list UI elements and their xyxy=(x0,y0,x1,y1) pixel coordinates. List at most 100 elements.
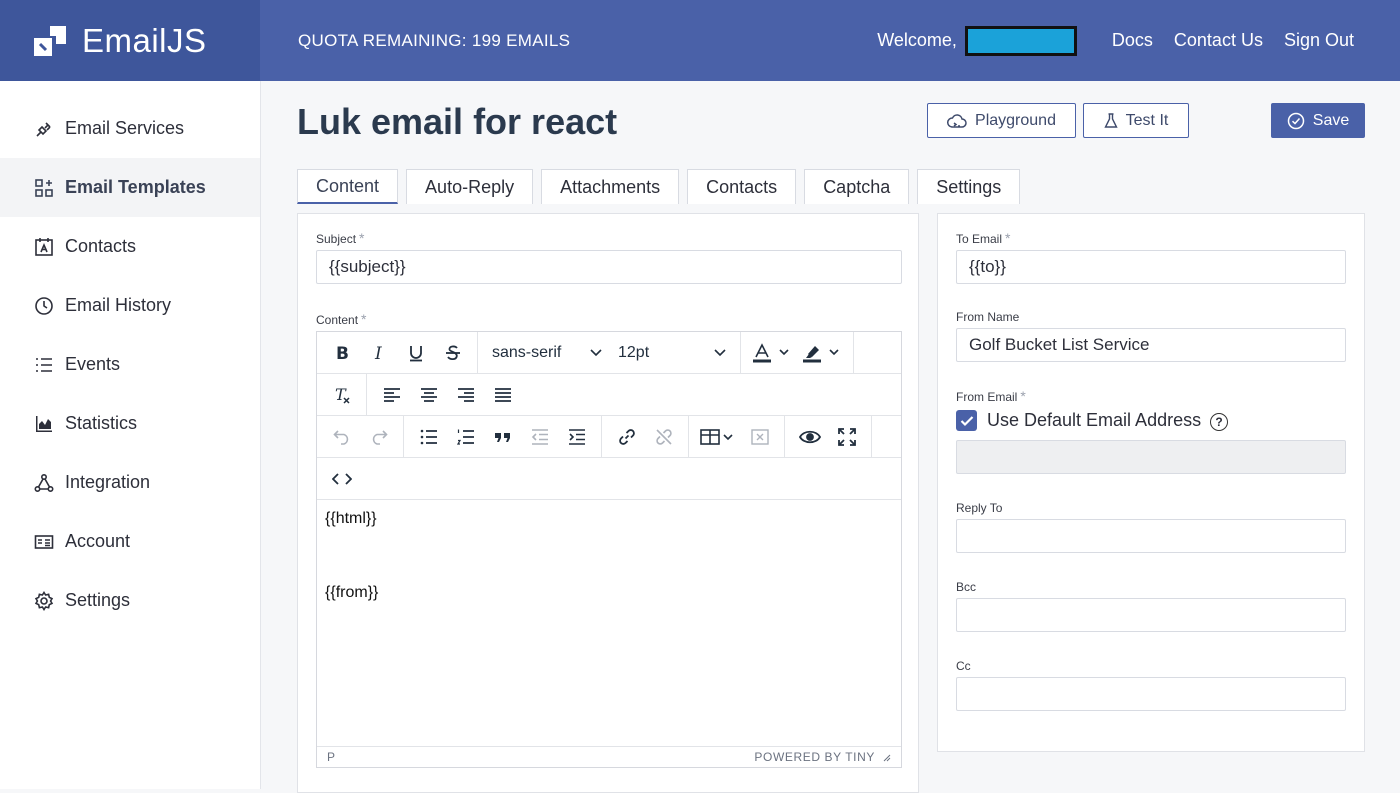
underline-button[interactable] xyxy=(397,337,434,369)
clear-formatting-button[interactable]: T xyxy=(323,379,360,411)
sidebar-item-settings[interactable]: Settings xyxy=(0,571,260,630)
fullscreen-button[interactable] xyxy=(828,421,865,453)
sidebar-item-label: Integration xyxy=(65,472,150,493)
required-mark: * xyxy=(361,311,366,327)
sidebar-item-email-services[interactable]: Email Services xyxy=(0,99,260,158)
text-color-button[interactable] xyxy=(747,337,797,369)
from-email-label: From Email* xyxy=(956,388,1026,404)
undo-icon xyxy=(333,429,351,445)
bullet-list-icon xyxy=(420,429,438,445)
integration-icon xyxy=(33,472,55,494)
sidebar-item-label: Email History xyxy=(65,295,171,316)
tab-captcha[interactable]: Captcha xyxy=(804,169,909,204)
source-code-button[interactable] xyxy=(323,463,360,495)
required-mark: * xyxy=(359,230,364,246)
sidebar-item-label: Statistics xyxy=(65,413,137,434)
template-tabs: Content Auto-Reply Attachments Contacts … xyxy=(297,169,1028,204)
unlink-icon xyxy=(655,428,673,446)
sidebar-item-contacts[interactable]: Contacts xyxy=(0,217,260,276)
checkmark-icon xyxy=(960,415,974,427)
sidebar-item-account[interactable]: Account xyxy=(0,512,260,571)
blockquote-button[interactable] xyxy=(484,421,521,453)
sidebar-item-label: Events xyxy=(65,354,120,375)
outdent-button[interactable] xyxy=(521,421,558,453)
reply-to-label: Reply To xyxy=(956,501,1002,515)
numbered-list-icon xyxy=(457,429,475,445)
playground-button[interactable]: Playground xyxy=(927,103,1076,138)
unlink-button[interactable] xyxy=(645,421,682,453)
sidebar-item-events[interactable]: Events xyxy=(0,335,260,394)
page-title: Luk email for react xyxy=(297,101,617,143)
preview-button[interactable] xyxy=(791,421,828,453)
content-label: Content* xyxy=(316,311,366,327)
contact-us-link[interactable]: Contact Us xyxy=(1174,30,1263,51)
font-family-select[interactable]: sans-serif xyxy=(484,337,610,369)
test-it-label: Test It xyxy=(1126,112,1169,130)
brand-name: EmailJS xyxy=(82,22,207,60)
insert-link-button[interactable] xyxy=(608,421,645,453)
plug-icon xyxy=(33,118,55,140)
from-email-input xyxy=(956,440,1346,474)
table-button[interactable] xyxy=(695,421,741,453)
indent-button[interactable] xyxy=(558,421,595,453)
use-default-email-label[interactable]: Use Default Email Address xyxy=(987,410,1201,431)
numbered-list-button[interactable] xyxy=(447,421,484,453)
check-circle-icon xyxy=(1287,112,1305,130)
link-icon xyxy=(618,428,636,446)
test-it-button[interactable]: Test It xyxy=(1083,103,1189,138)
reply-to-input[interactable] xyxy=(956,519,1346,553)
tab-auto-reply[interactable]: Auto-Reply xyxy=(406,169,533,204)
list-icon xyxy=(33,354,55,376)
cloud-icon xyxy=(947,113,967,129)
resize-handle-icon[interactable] xyxy=(881,752,891,762)
indent-icon xyxy=(568,429,586,445)
sidebar-item-integration[interactable]: Integration xyxy=(0,453,260,512)
bcc-input[interactable] xyxy=(956,598,1346,632)
tab-contacts[interactable]: Contacts xyxy=(687,169,796,204)
align-right-button[interactable] xyxy=(447,379,484,411)
main-area: Luk email for react Playground Test It S… xyxy=(261,81,1400,789)
from-name-input[interactable]: Golf Bucket List Service xyxy=(956,328,1346,362)
tab-attachments[interactable]: Attachments xyxy=(541,169,679,204)
align-center-button[interactable] xyxy=(410,379,447,411)
docs-link[interactable]: Docs xyxy=(1112,30,1153,51)
sidebar: Email Services Email Templates Contacts … xyxy=(0,81,261,789)
save-button[interactable]: Save xyxy=(1271,103,1365,138)
delete-table-button[interactable] xyxy=(741,421,778,453)
cc-input[interactable] xyxy=(956,677,1346,711)
sidebar-item-email-history[interactable]: Email History xyxy=(0,276,260,335)
content-panel: Subject* {{subject}} Content* B I sans-s… xyxy=(297,213,919,793)
welcome-text: Welcome, xyxy=(877,30,957,51)
to-email-input[interactable]: {{to}} xyxy=(956,250,1346,284)
sign-out-link[interactable]: Sign Out xyxy=(1284,30,1354,51)
redo-button[interactable] xyxy=(360,421,397,453)
contacts-icon xyxy=(33,236,55,258)
bullet-list-button[interactable] xyxy=(410,421,447,453)
align-justify-button[interactable] xyxy=(484,379,521,411)
tab-content[interactable]: Content xyxy=(297,169,398,204)
history-icon xyxy=(33,295,55,317)
highlight-color-button[interactable] xyxy=(797,337,847,369)
powered-by-tiny[interactable]: POWERED BY TINY xyxy=(754,750,875,764)
sidebar-item-label: Contacts xyxy=(65,236,136,257)
align-center-icon xyxy=(420,387,438,403)
top-bar: EmailJS QUOTA REMAINING: 199 EMAILS Welc… xyxy=(0,0,1400,81)
brand[interactable]: EmailJS xyxy=(0,0,260,81)
tab-settings[interactable]: Settings xyxy=(917,169,1020,204)
subject-input[interactable]: {{subject}} xyxy=(316,250,902,284)
italic-button[interactable]: I xyxy=(360,337,397,369)
align-left-button[interactable] xyxy=(373,379,410,411)
editor-content-area[interactable]: {{html}} {{from}} xyxy=(317,502,901,748)
flask-icon xyxy=(1104,113,1118,129)
sidebar-item-statistics[interactable]: Statistics xyxy=(0,394,260,453)
editor-statusbar: P POWERED BY TINY xyxy=(317,746,901,767)
strikethrough-button[interactable] xyxy=(434,337,471,369)
use-default-email-checkbox[interactable] xyxy=(956,410,977,431)
bold-button[interactable]: B xyxy=(323,337,360,369)
chevron-down-icon xyxy=(714,349,726,357)
help-icon[interactable]: ? xyxy=(1210,413,1228,431)
undo-button[interactable] xyxy=(323,421,360,453)
cc-label: Cc xyxy=(956,659,971,673)
sidebar-item-email-templates[interactable]: Email Templates xyxy=(0,158,260,217)
font-size-select[interactable]: 12pt xyxy=(610,337,734,369)
